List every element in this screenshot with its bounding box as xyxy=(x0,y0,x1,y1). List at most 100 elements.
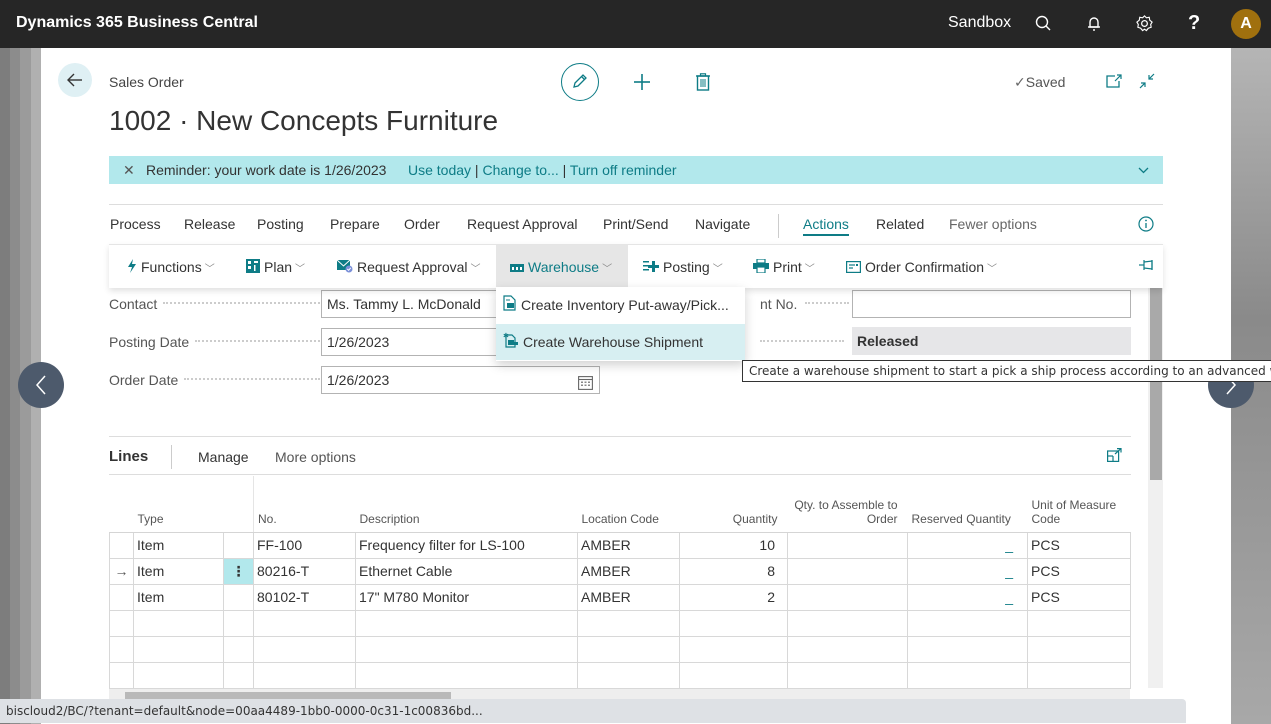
cell-qty-assemble[interactable] xyxy=(787,557,908,585)
column-header-description[interactable]: Description xyxy=(355,476,578,533)
empty-cell[interactable] xyxy=(133,661,224,689)
empty-cell[interactable] xyxy=(679,609,788,637)
empty-cell[interactable] xyxy=(109,661,134,689)
order-date-field[interactable]: 1/26/2023 xyxy=(321,366,600,394)
cell-location[interactable]: AMBER xyxy=(577,583,680,611)
empty-cell[interactable] xyxy=(355,609,578,637)
tab-related[interactable]: Related xyxy=(876,216,924,232)
empty-cell[interactable] xyxy=(253,635,356,663)
cell-quantity[interactable]: 2 xyxy=(679,583,788,611)
cell-qty-assemble[interactable] xyxy=(787,531,908,559)
expand-lines-icon[interactable] xyxy=(1107,448,1122,465)
empty-cell[interactable] xyxy=(1027,609,1131,637)
new-plus-icon[interactable] xyxy=(632,72,652,95)
column-header-location-code[interactable]: Location Code xyxy=(577,476,680,533)
pin-icon[interactable] xyxy=(1139,258,1155,274)
cell-no[interactable]: 80102-T xyxy=(253,583,356,611)
use-today-link[interactable]: Use today xyxy=(408,162,471,178)
empty-cell[interactable] xyxy=(787,661,908,689)
chevron-down-icon[interactable] xyxy=(1138,156,1149,184)
column-header-qty-to-assemble[interactable]: Qty. to Assemble to Order xyxy=(787,476,908,533)
menu-order[interactable]: Order xyxy=(404,216,440,232)
column-header-quantity[interactable]: Quantity xyxy=(679,476,788,533)
menu-prepare[interactable]: Prepare xyxy=(330,216,380,232)
empty-cell[interactable] xyxy=(577,661,680,689)
edit-button[interactable] xyxy=(561,63,599,101)
empty-cell[interactable] xyxy=(355,661,578,689)
empty-cell[interactable] xyxy=(223,661,254,689)
menu-posting[interactable]: Posting xyxy=(257,216,304,232)
warehouse-button[interactable]: Warehouse ﹀ xyxy=(496,245,628,289)
notification-bell-icon[interactable] xyxy=(1085,14,1105,34)
cell-no[interactable]: FF-100 xyxy=(253,531,356,559)
table-row[interactable]: Item FF-100 Frequency filter for LS-100 AMB… xyxy=(109,531,1131,559)
table-row[interactable]: → Item ⋮ 80216-T Ethernet Cable AMBER 8 _ PCS xyxy=(109,557,1131,585)
cell-type[interactable]: Item xyxy=(133,583,224,611)
empty-table-row[interactable] xyxy=(109,661,1131,689)
cell-type[interactable]: Item xyxy=(133,557,224,585)
empty-table-row[interactable] xyxy=(109,609,1131,637)
user-avatar[interactable]: A xyxy=(1231,9,1261,39)
empty-cell[interactable] xyxy=(109,609,134,637)
empty-cell[interactable] xyxy=(223,609,254,637)
empty-cell[interactable] xyxy=(1027,635,1131,663)
info-icon[interactable] xyxy=(1138,216,1154,235)
empty-cell[interactable] xyxy=(109,635,134,663)
row-actions-cell[interactable] xyxy=(223,583,254,611)
empty-cell[interactable] xyxy=(907,661,1028,689)
empty-table-row[interactable] xyxy=(109,635,1131,663)
empty-cell[interactable] xyxy=(577,609,680,637)
column-header-type[interactable]: Type xyxy=(133,476,224,533)
functions-button[interactable]: Functions ﹀ xyxy=(121,245,221,289)
lines-manage-tab[interactable]: Manage xyxy=(198,449,249,465)
column-header-no[interactable]: No. xyxy=(253,476,356,533)
collapse-icon[interactable] xyxy=(1139,73,1155,92)
column-header-reserved-quantity[interactable]: Reserved Quantity xyxy=(907,476,1028,533)
menu-request-approval[interactable]: Request Approval xyxy=(467,216,578,232)
empty-cell[interactable] xyxy=(253,609,356,637)
settings-gear-icon[interactable] xyxy=(1135,14,1155,34)
empty-cell[interactable] xyxy=(679,661,788,689)
open-new-window-icon[interactable] xyxy=(1106,74,1122,91)
table-row[interactable]: Item 80102-T 17" M780 Monitor AMBER 2 _ PCS xyxy=(109,583,1131,611)
order-confirmation-button[interactable]: Order Confirmation ﹀ xyxy=(840,245,1003,289)
menu-process[interactable]: Process xyxy=(110,216,161,232)
cell-reserved[interactable]: _ xyxy=(907,531,1028,559)
turn-off-reminder-link[interactable]: Turn off reminder xyxy=(570,162,677,178)
empty-cell[interactable] xyxy=(787,609,908,637)
tab-fewer-options[interactable]: Fewer options xyxy=(949,216,1037,232)
create-inventory-put-away-pick-item[interactable]: Create Inventory Put-away/Pick... xyxy=(496,287,745,323)
previous-record-button[interactable] xyxy=(18,362,64,408)
posting-button[interactable]: Posting ﹀ xyxy=(637,245,729,289)
empty-cell[interactable] xyxy=(907,635,1028,663)
cell-description[interactable]: 17" M780 Monitor xyxy=(355,583,578,611)
lines-title[interactable]: Lines xyxy=(109,448,148,465)
plan-button[interactable]: Plan ﹀ xyxy=(240,245,311,289)
app-title[interactable]: Dynamics 365 Business Central xyxy=(16,14,258,32)
empty-cell[interactable] xyxy=(133,635,224,663)
cell-type[interactable]: Item xyxy=(133,531,224,559)
search-icon[interactable] xyxy=(1034,14,1054,34)
empty-cell[interactable] xyxy=(679,635,788,663)
empty-cell[interactable] xyxy=(223,635,254,663)
cell-uom[interactable]: PCS xyxy=(1027,557,1131,585)
cell-reserved[interactable]: _ xyxy=(907,557,1028,585)
dismiss-close-icon[interactable]: ✕ xyxy=(123,156,135,184)
cell-location[interactable]: AMBER xyxy=(577,531,680,559)
cell-quantity[interactable]: 10 xyxy=(679,531,788,559)
horizontal-scrollbar-thumb[interactable] xyxy=(125,692,451,699)
calendar-icon[interactable] xyxy=(578,372,593,398)
empty-cell[interactable] xyxy=(577,635,680,663)
external-document-no-field[interactable] xyxy=(852,290,1131,318)
empty-cell[interactable] xyxy=(355,635,578,663)
request-approval-button[interactable]: Request Approval ﹀ xyxy=(331,245,487,289)
delete-trash-icon[interactable] xyxy=(695,73,711,94)
empty-cell[interactable] xyxy=(907,609,1028,637)
empty-cell[interactable] xyxy=(1027,661,1131,689)
cell-quantity[interactable]: 8 xyxy=(679,557,788,585)
column-header-unit-of-measure[interactable]: Unit of Measure Code xyxy=(1027,476,1131,533)
lines-more-options-tab[interactable]: More options xyxy=(275,449,356,465)
cell-description[interactable]: Frequency filter for LS-100 xyxy=(355,531,578,559)
cell-uom[interactable]: PCS xyxy=(1027,531,1131,559)
change-to-link[interactable]: Change to... xyxy=(482,162,558,178)
